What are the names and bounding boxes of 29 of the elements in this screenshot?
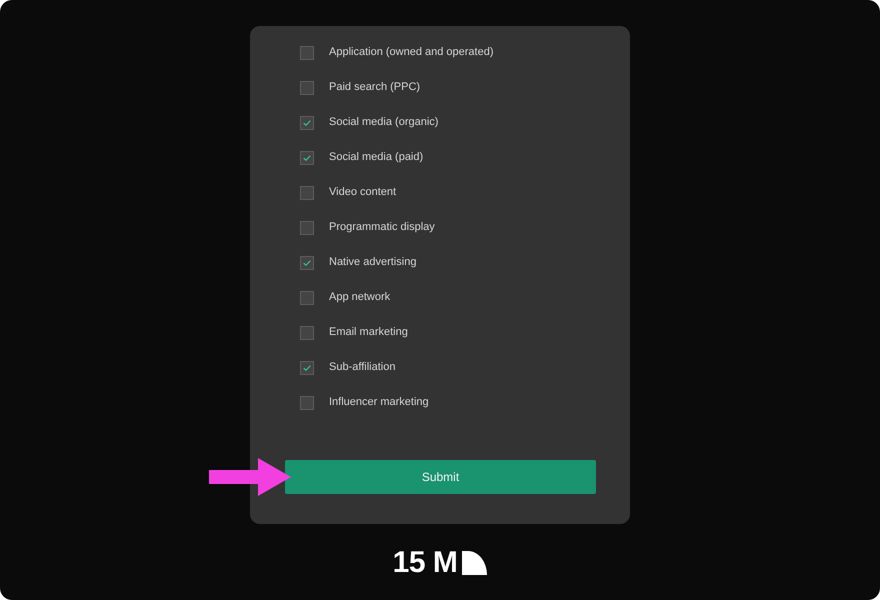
option-label: App network (329, 290, 390, 306)
checkbox[interactable] (300, 116, 314, 130)
checkbox[interactable] (300, 290, 314, 304)
check-icon (303, 260, 311, 266)
option-label: Paid search (PPC) (329, 80, 420, 96)
submit-button[interactable]: Submit (285, 460, 596, 494)
check-icon (303, 154, 311, 160)
checkbox[interactable] (300, 396, 314, 410)
option-label: Social media (paid) (329, 150, 424, 166)
checkbox[interactable] (300, 360, 314, 374)
option-label: Native advertising (329, 255, 416, 270)
option-label: Email marketing (329, 325, 408, 340)
logo-icon (462, 551, 488, 575)
checkbox[interactable] (300, 80, 314, 94)
checkbox[interactable] (300, 220, 314, 234)
checkbox[interactable] (300, 46, 314, 60)
checkbox[interactable] (300, 326, 314, 340)
option-label: Application (owned and operated) (329, 45, 494, 60)
option-label: Influencer marketing (329, 395, 429, 410)
logo-text: 15 M (392, 547, 458, 579)
check-icon (303, 364, 311, 370)
option-label: Sub-affiliation (329, 360, 396, 376)
checkbox[interactable] (300, 150, 314, 164)
option-label: Social media (organic) (329, 115, 438, 130)
option-label: Video content (329, 185, 396, 200)
checkbox[interactable] (300, 186, 314, 200)
checkbox[interactable] (300, 256, 314, 270)
check-icon (303, 120, 311, 126)
option-label: Programmatic display (329, 220, 435, 236)
